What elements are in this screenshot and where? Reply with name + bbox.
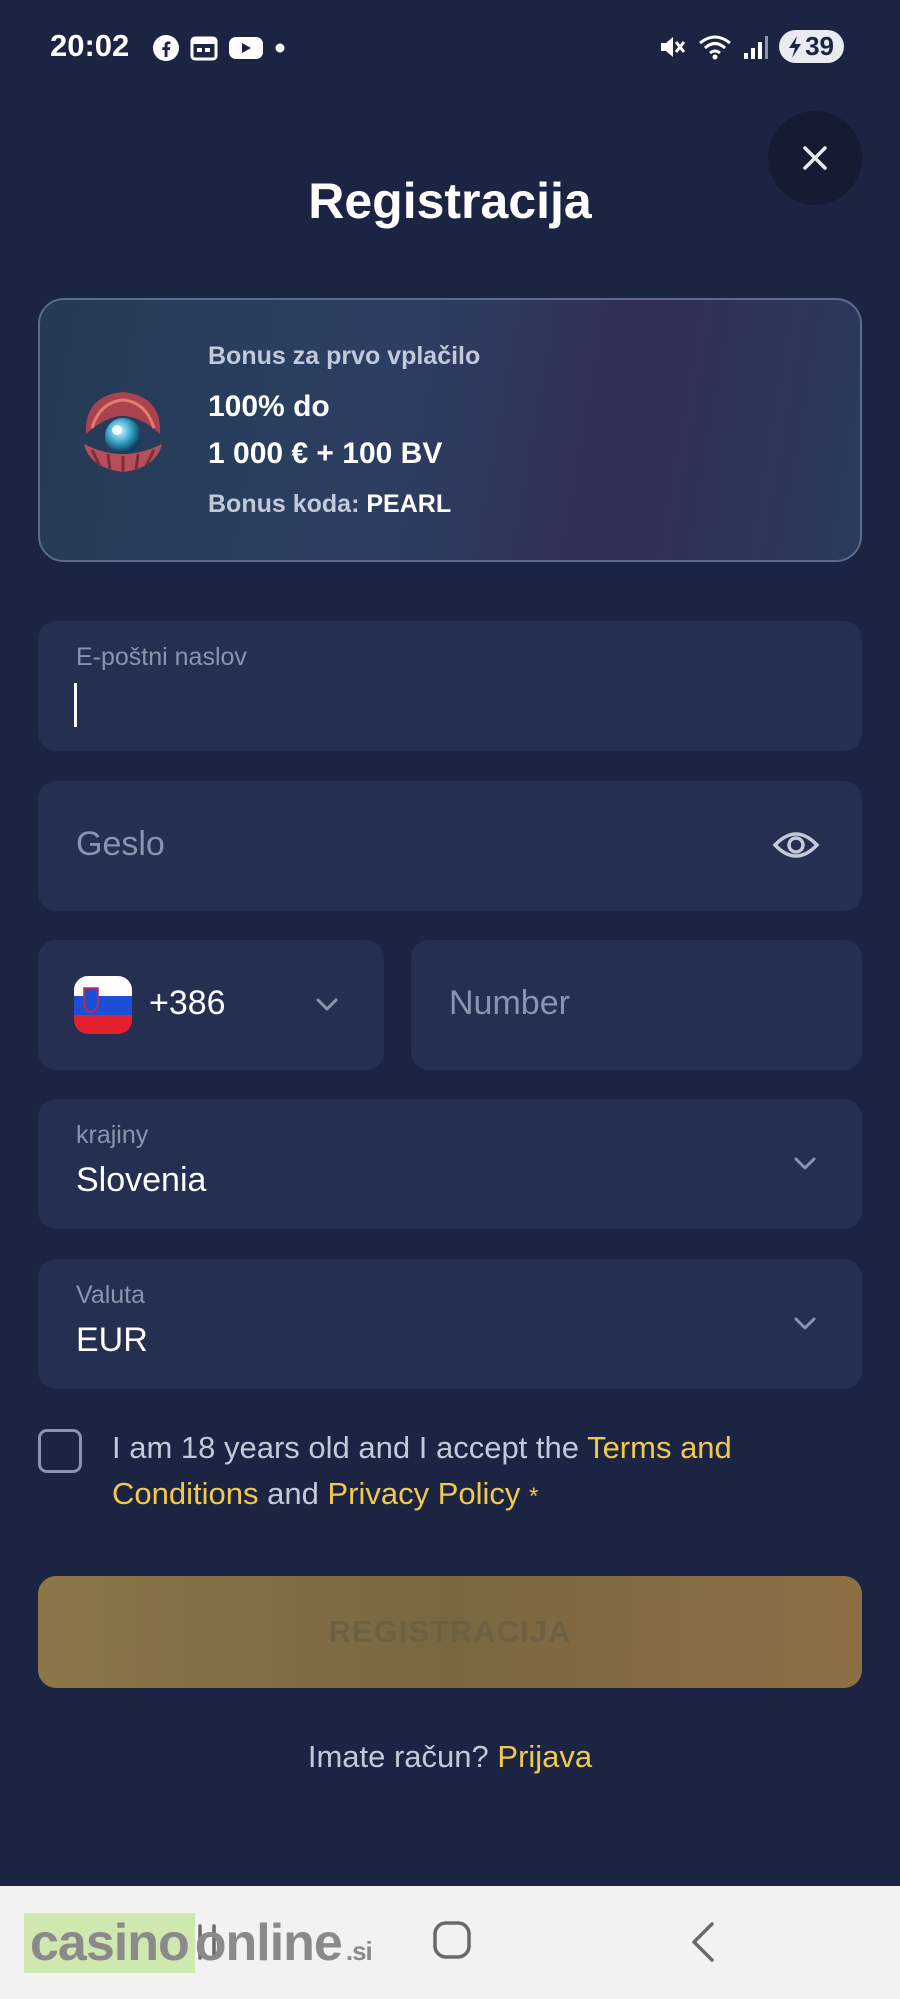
facebook-icon: [153, 35, 179, 61]
country-label: krajiny: [76, 1121, 149, 1149]
chevron-down-icon: [794, 1157, 816, 1170]
wifi-icon: [699, 35, 732, 59]
youtube-icon: [229, 37, 263, 59]
login-prompt: Imate račun?: [307, 1739, 489, 1774]
bonus-title: Bonus za prvo vplačilo: [208, 342, 481, 370]
password-field[interactable]: Geslo: [38, 781, 862, 911]
calendar-icon: [190, 36, 218, 61]
signal-icon: [744, 35, 769, 59]
battery-level: 39: [805, 31, 834, 61]
pearl-shell-icon: [84, 392, 162, 472]
bonus-code-label: Bonus koda:: [208, 490, 360, 518]
terms-checkbox[interactable]: [38, 1429, 82, 1473]
close-icon: [803, 146, 827, 170]
terms-text: I am 18 years old and I accept the Terms…: [112, 1425, 852, 1520]
terms-prefix: I am 18 years old and I accept the: [112, 1430, 579, 1465]
register-button[interactable]: REGISTRACIJA: [38, 1576, 862, 1688]
chevron-down-icon: [316, 998, 338, 1011]
phone-number-placeholder: Number: [449, 984, 570, 1022]
watermark-part2: online: [194, 1914, 343, 1972]
dot-icon: [275, 43, 285, 53]
email-label: E-poštni naslov: [76, 643, 247, 671]
home-icon[interactable]: [432, 1920, 472, 1960]
currency-label: Valuta: [76, 1281, 146, 1309]
password-placeholder: Geslo: [76, 825, 165, 863]
country-value: Slovenia: [76, 1161, 207, 1199]
casinoonline-watermark-logo: casino online .si: [24, 1913, 373, 1975]
status-left-icons: [152, 34, 286, 62]
battery-indicator: 39: [779, 30, 844, 63]
bonus-amount: 1 000 € + 100 BV: [208, 437, 443, 470]
currency-value: EUR: [76, 1321, 148, 1359]
country-select[interactable]: krajiny Slovenia: [38, 1099, 862, 1229]
back-icon[interactable]: [688, 1920, 718, 1964]
bonus-code: Bonus koda: PEARL: [208, 490, 451, 519]
terms-and: and: [267, 1476, 319, 1511]
login-prompt-line: Imate račun? Prijava: [0, 1739, 900, 1775]
chevron-down-icon: [794, 1317, 816, 1330]
charging-icon: [789, 35, 802, 58]
watermark-suffix: .si: [345, 1936, 373, 1966]
phone-number-input[interactable]: Number: [411, 940, 862, 1070]
watermark-part1: casino: [24, 1913, 195, 1973]
bonus-code-value: PEARL: [366, 490, 452, 518]
email-field[interactable]: E-poštni naslov: [38, 621, 862, 751]
bonus-card[interactable]: Bonus za prvo vplačilo 100% do 1 000 € +…: [38, 298, 862, 562]
required-mark: *: [529, 1483, 539, 1510]
eye-icon[interactable]: [772, 825, 820, 865]
phone-code-value: +386: [149, 984, 226, 1022]
slovenia-flag-icon: [74, 976, 132, 1034]
mute-icon: [661, 36, 686, 57]
text-cursor: [74, 683, 77, 727]
login-link[interactable]: Prijava: [497, 1739, 592, 1774]
currency-select[interactable]: Valuta EUR: [38, 1259, 862, 1389]
privacy-link[interactable]: Privacy Policy: [327, 1476, 520, 1511]
status-right-icons: 39: [657, 30, 844, 63]
status-time: 20:02: [50, 28, 130, 63]
phone-code-select[interactable]: +386: [38, 940, 384, 1070]
bonus-percent: 100% do: [208, 390, 330, 423]
page-title: Registracija: [308, 173, 592, 229]
